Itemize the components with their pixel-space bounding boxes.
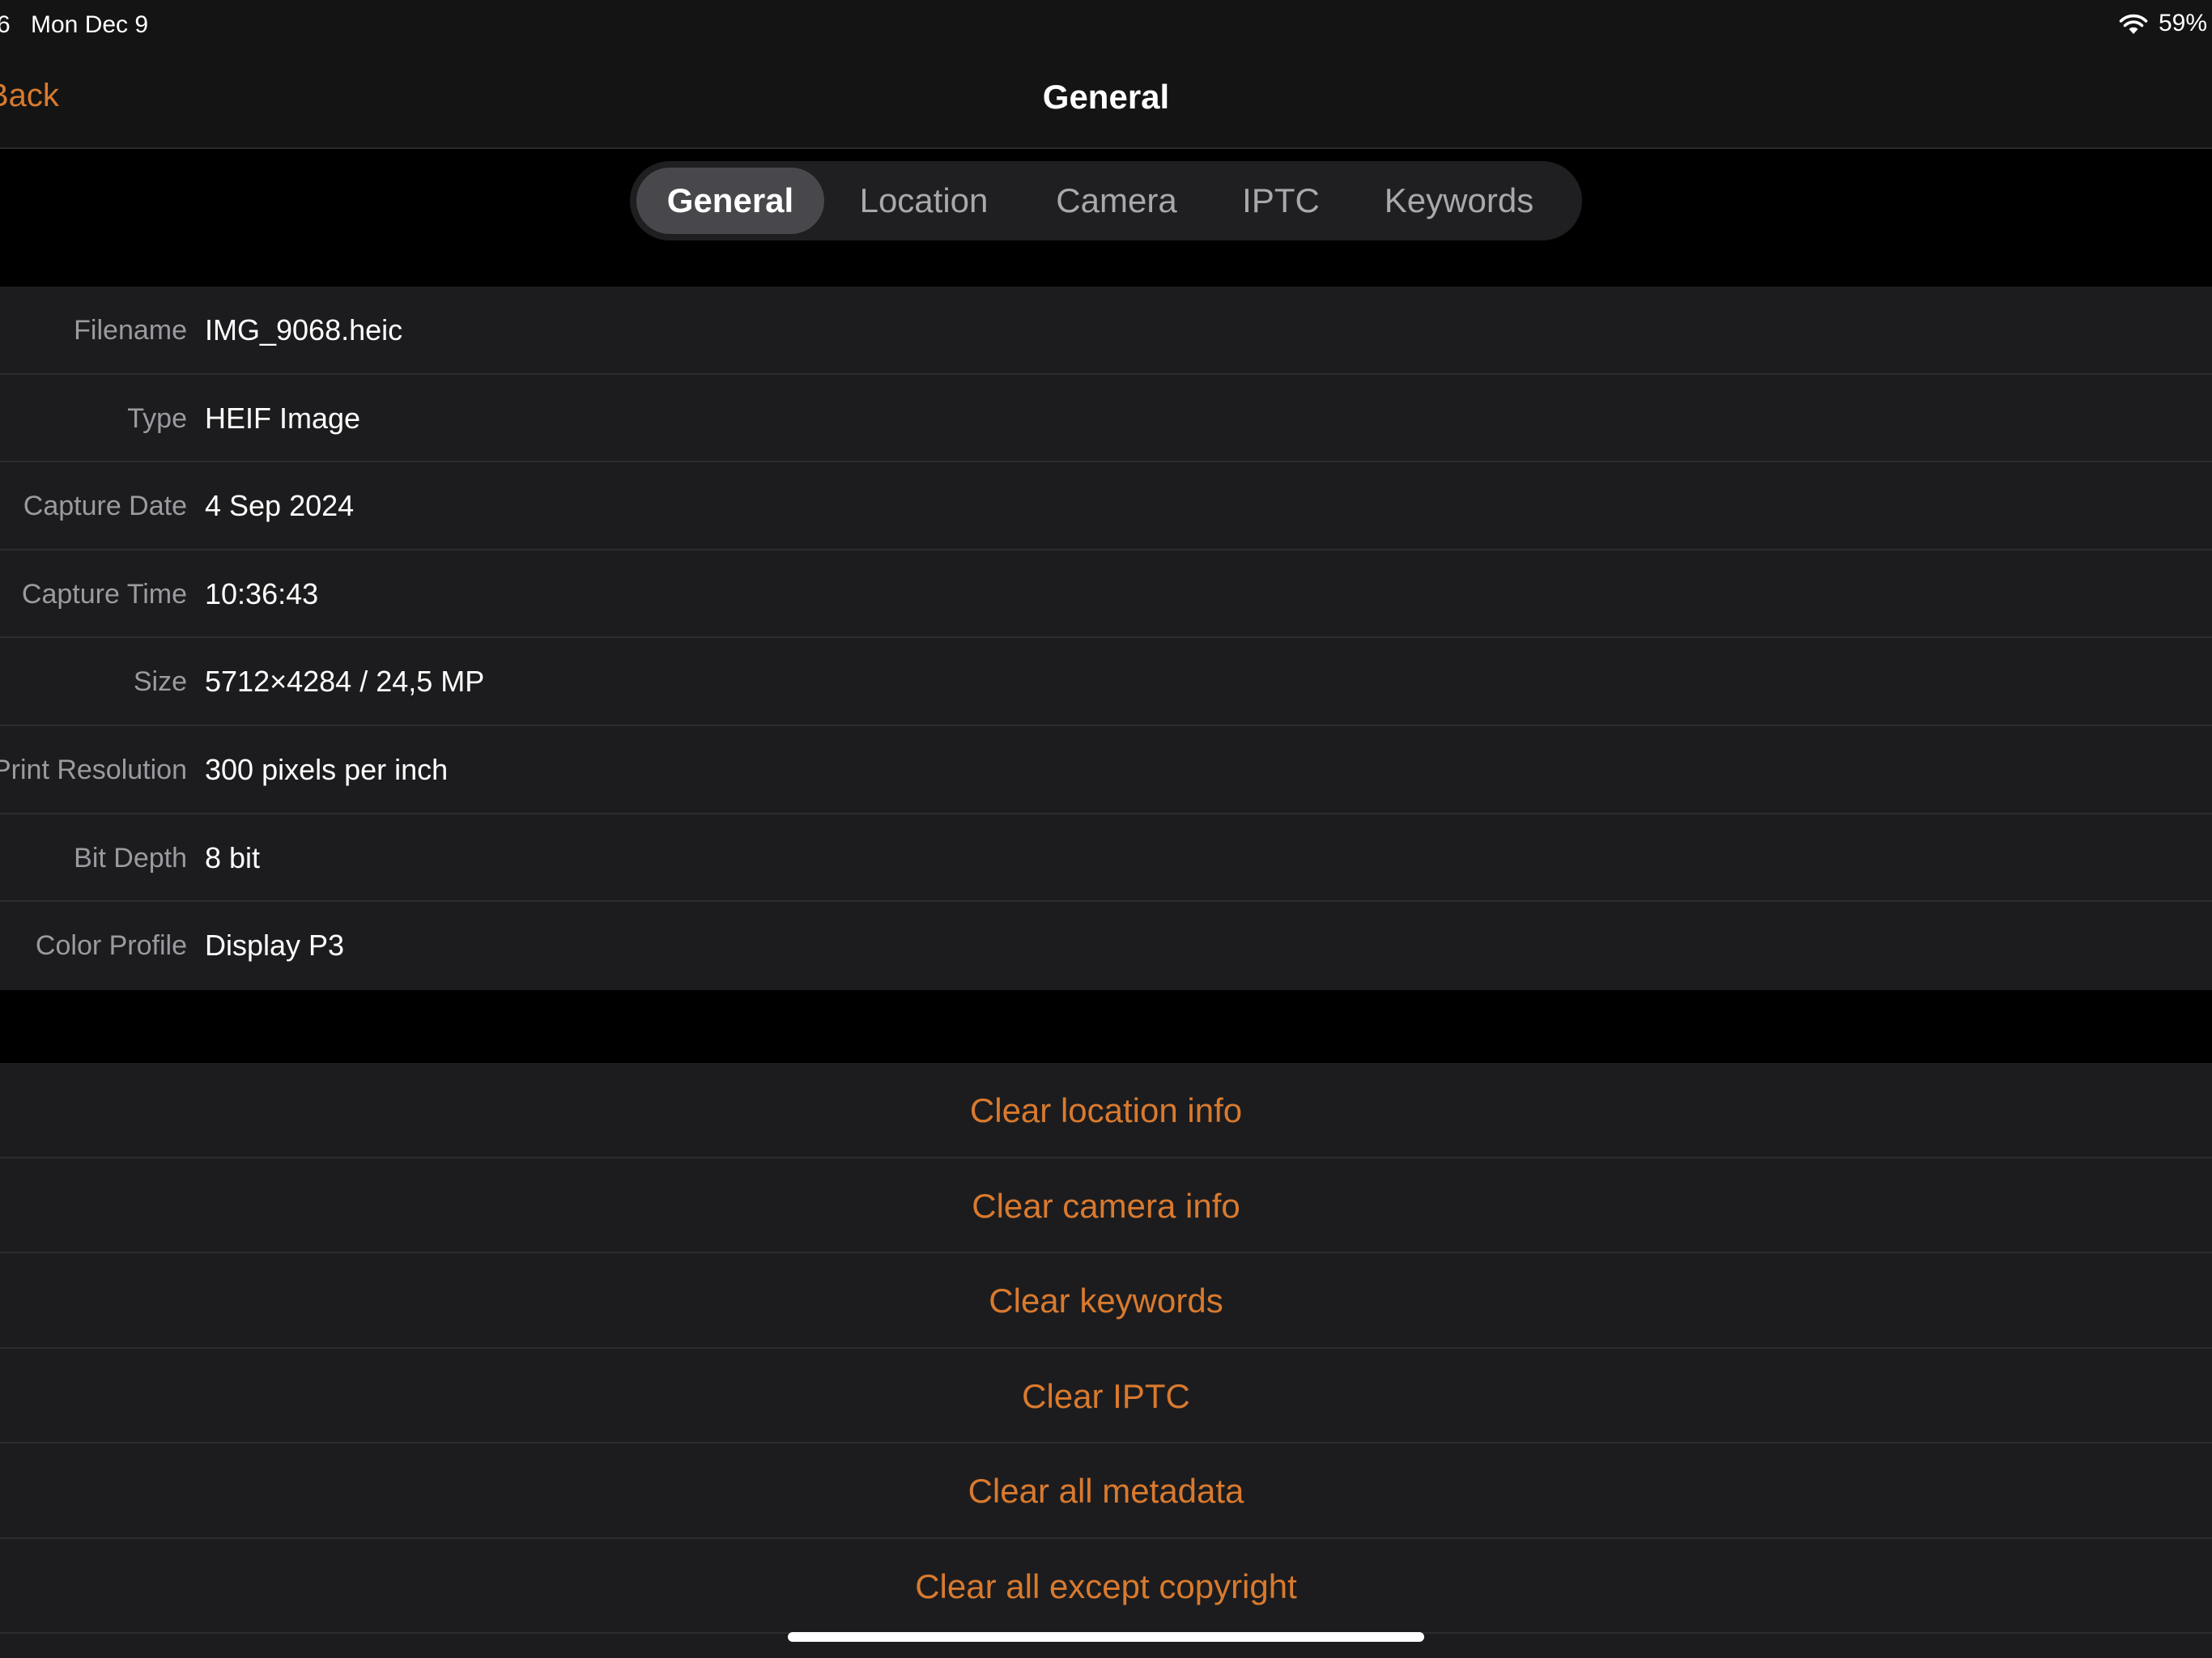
info-value: 5712×4284 / 24,5 MP <box>205 665 485 699</box>
info-label: Filename <box>74 315 187 346</box>
clear-all-metadata-button[interactable]: Clear all metadata <box>0 1443 2212 1539</box>
info-row-capture-time: Capture Time 10:36:43 <box>0 551 2212 639</box>
segmented-control: General Location Camera IPTC Keywords <box>630 161 1582 240</box>
info-row-bit-depth: Bit Depth 8 bit <box>0 814 2212 903</box>
status-right: 59% <box>2118 10 2207 37</box>
info-label: Size <box>133 666 187 698</box>
tab-iptc[interactable]: IPTC <box>1210 168 1352 234</box>
page-title: General <box>1042 78 1170 116</box>
info-row-filename: Filename IMG_9068.heic <box>0 287 2212 375</box>
battery-percent: 59% <box>2158 10 2207 36</box>
clear-iptc-button[interactable]: Clear IPTC <box>0 1349 2212 1443</box>
info-label: Capture Date <box>23 491 187 522</box>
status-time: 6 <box>0 11 11 38</box>
clear-location-info-button[interactable]: Clear location info <box>0 1063 2212 1158</box>
clear-all-except-copyright-button[interactable]: Clear all except copyright <box>0 1539 2212 1634</box>
tab-location[interactable]: Location <box>824 168 1023 234</box>
info-row-color-profile: Color Profile Display P3 <box>0 902 2212 990</box>
info-label: Color Profile <box>35 930 187 962</box>
screen: 6 Mon Dec 9 59% Back General General Loc… <box>0 0 2212 1658</box>
info-value: 8 bit <box>205 840 261 874</box>
info-row-capture-date: Capture Date 4 Sep 2024 <box>0 462 2212 551</box>
info-value: 4 Sep 2024 <box>205 489 355 523</box>
info-value: IMG_9068.heic <box>205 313 403 346</box>
info-row-type: Type HEIF Image <box>0 375 2212 463</box>
clear-keywords-button[interactable]: Clear keywords <box>0 1253 2212 1349</box>
info-label: Print Resolution <box>0 754 187 785</box>
info-value: 300 pixels per inch <box>205 752 449 786</box>
metadata-list: Filename IMG_9068.heic Type HEIF Image C… <box>0 287 2212 990</box>
navigation-bar: Back General <box>0 50 2212 149</box>
info-label: Bit Depth <box>74 842 187 874</box>
tab-camera[interactable]: Camera <box>1023 168 1210 234</box>
actions-list: Clear location info Clear camera info Cl… <box>0 1063 2212 1658</box>
status-date: Mon Dec 9 <box>31 11 149 38</box>
info-value: HEIF Image <box>205 401 361 435</box>
tab-general[interactable]: General <box>636 168 824 234</box>
status-bar: 6 Mon Dec 9 59% <box>0 0 2212 50</box>
tab-keywords[interactable]: Keywords <box>1352 168 1566 234</box>
info-label: Type <box>127 402 187 434</box>
info-value: Display P3 <box>205 929 345 963</box>
info-value: 10:36:43 <box>205 576 319 610</box>
info-label: Capture Time <box>21 578 187 610</box>
home-indicator[interactable] <box>788 1632 1424 1642</box>
info-row-size: Size 5712×4284 / 24,5 MP <box>0 638 2212 726</box>
clear-camera-info-button[interactable]: Clear camera info <box>0 1158 2212 1253</box>
wifi-icon <box>2119 14 2148 34</box>
info-row-print-resolution: Print Resolution 300 pixels per inch <box>0 726 2212 814</box>
